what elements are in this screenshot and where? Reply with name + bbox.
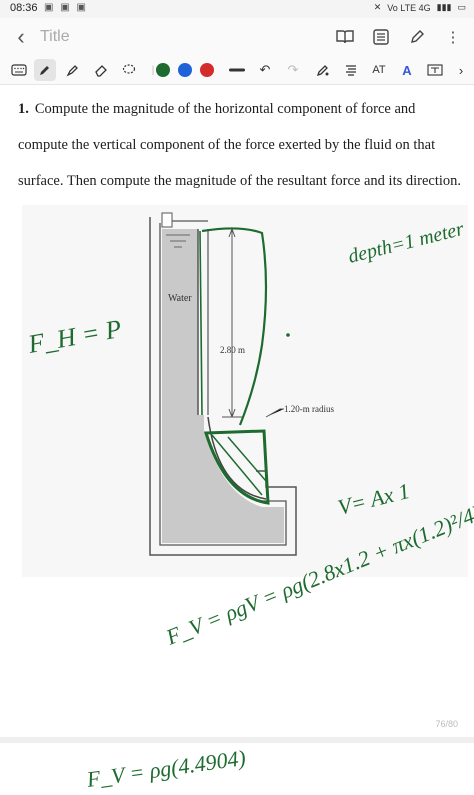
list-view-icon[interactable] [370,26,392,48]
eraser-icon[interactable] [90,59,112,81]
edit-pen-icon[interactable] [406,26,428,48]
note-page[interactable]: 1. Compute the magnitude of the horizonta… [0,85,474,735]
text-box-icon[interactable] [424,59,446,81]
depth-note: depth=1 meter [346,218,466,268]
signal-icon: ▮▮▮ [436,2,452,12]
color-blue-swatch[interactable] [178,63,192,77]
ink-layer[interactable]: depth=1 meter F_H = P V= Ax 1 F_V = ρgV … [0,85,474,735]
line-thickness-icon[interactable] [226,59,248,81]
text-format-icon[interactable] [340,59,362,81]
drawing-toolbar: | ↶ ↷ AT A › [0,56,474,85]
pen-icon[interactable] [34,59,56,81]
more-options-icon[interactable]: ⋮ [442,26,464,48]
back-icon[interactable]: ‹ [10,24,32,50]
ink-layer-next: F_V = ρg(4.4904) [84,745,247,792]
fh-note: F_H = P [25,314,124,359]
pen-settings-icon[interactable] [312,59,334,81]
highlighter-icon[interactable] [62,59,84,81]
next-page[interactable]: F_V = ρg(4.4904) [0,737,474,795]
v-note: V= Ax 1 [335,478,412,520]
lasso-icon[interactable] [118,59,140,81]
more-icon[interactable]: › [450,59,472,81]
document-title[interactable]: Title [40,28,70,46]
status-right-icons: ✕ Vo LTE 4G ▮▮▮ ▭ [374,2,466,13]
battery-icon: ▭ [457,2,466,12]
undo-icon[interactable]: ↶ [254,59,276,81]
status-bar: 08:36 ▣ ▣ ▣ ✕ Vo LTE 4G ▮▮▮ ▭ [0,0,474,18]
color-green-swatch[interactable] [156,63,170,77]
fv-note: F_V = ρgV = ρg(2.8x1.2 + πx(1.2)²/4) [162,500,474,650]
page-number: 76/80 [435,719,458,729]
fv-result: F_V = ρg(4.4904) [84,745,247,789]
topbar-actions: ⋮ [334,26,464,48]
redo-icon[interactable]: ↷ [282,59,304,81]
status-time: 08:36 [10,2,38,14]
app-bar: ‹ Title ⋮ [0,18,474,56]
network-label: Vo LTE 4G [387,2,431,13]
mute-icon: ✕ [373,2,382,12]
color-red-swatch[interactable] [200,63,214,77]
notification-icons: ▣ ▣ ▣ [44,2,88,13]
text-size-icon[interactable]: AT [368,59,390,81]
keyboard-icon[interactable] [8,59,30,81]
book-view-icon[interactable] [334,26,356,48]
shapes-icon[interactable]: A [396,59,418,81]
